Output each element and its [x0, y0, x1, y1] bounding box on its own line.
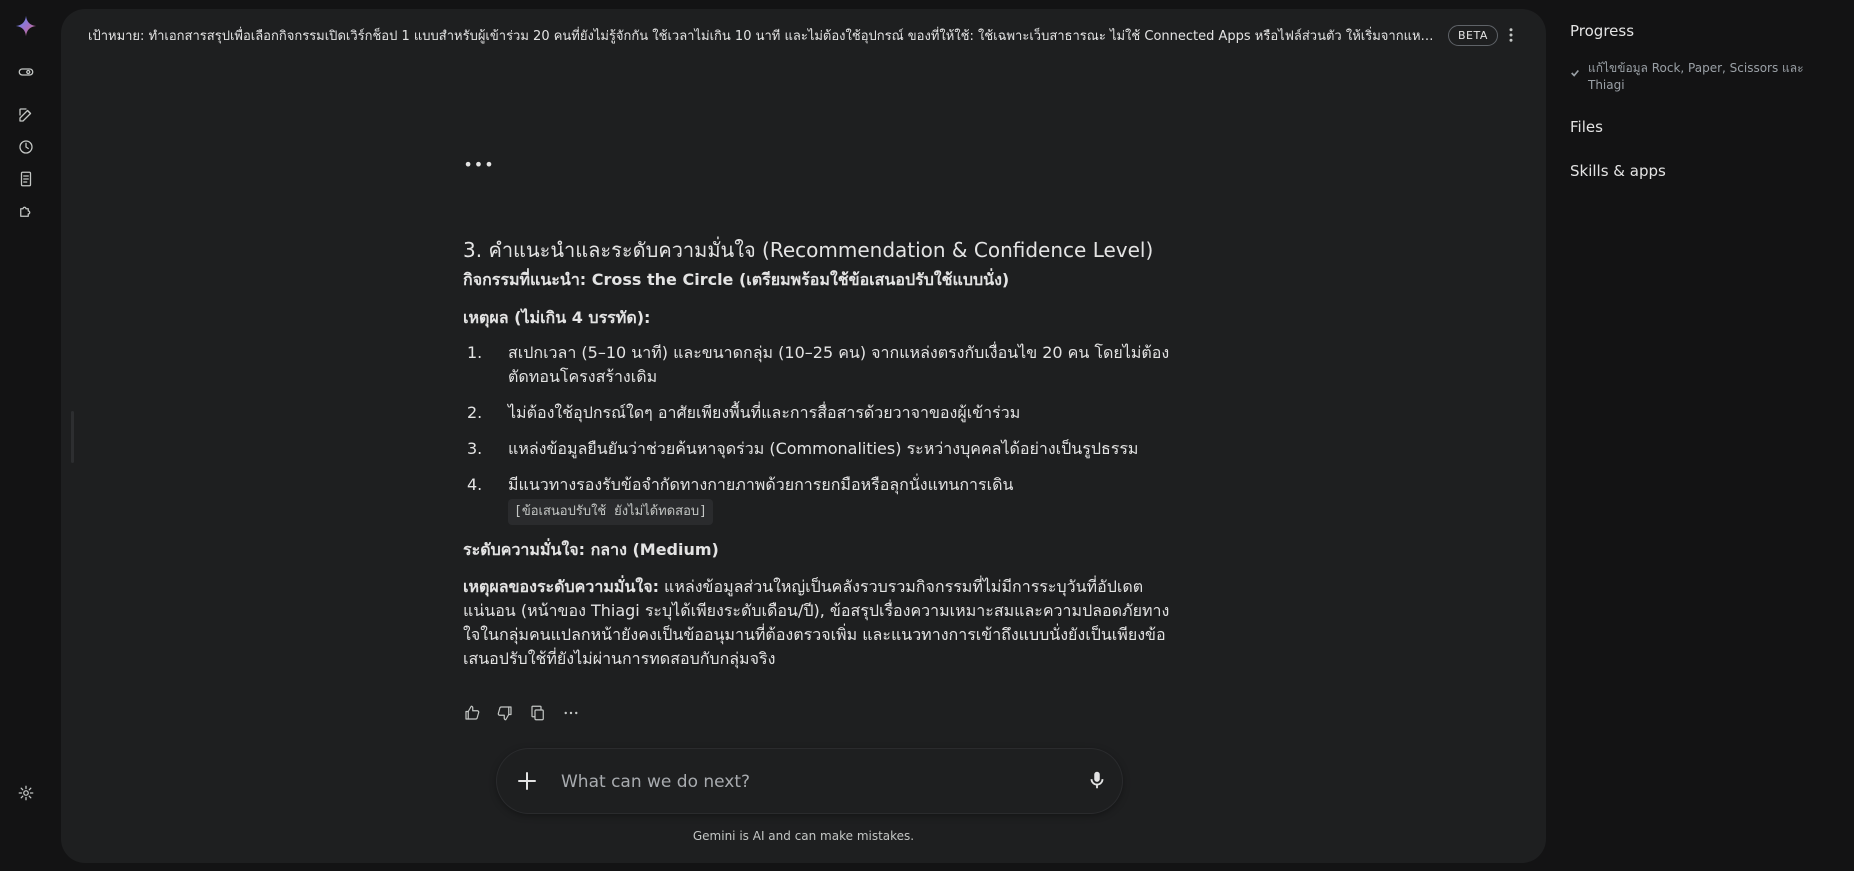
settings-icon[interactable]	[12, 779, 40, 807]
beta-badge: BETA	[1448, 24, 1498, 46]
list-item: 1. สเปกเวลา (5–10 นาที) และขนาดกลุ่ม (10…	[463, 341, 1183, 389]
files-title[interactable]: Files	[1570, 118, 1603, 136]
left-rail	[0, 0, 52, 871]
response-actions	[461, 702, 582, 724]
response-content: 3. คำแนะนำและระดับความมั่นใจ (Recommenda…	[463, 235, 1183, 671]
right-panel: Progress แก้ไขข้อมูล Rock, Paper, Scisso…	[1570, 0, 1854, 871]
goal-bar: เป้าหมาย: ทำเอกสารสรุปเพื่อเลือกกิจกรรมเ…	[61, 9, 1546, 61]
thumb-down-icon[interactable]	[494, 702, 516, 724]
scroll-handle[interactable]	[71, 411, 74, 463]
list-text: สเปกเวลา (5–10 นาที) และขนาดกลุ่ม (10–25…	[508, 343, 1170, 386]
confidence-reason-label: เหตุผลของระดับความมั่นใจ:	[463, 577, 659, 596]
list-number: 3.	[467, 439, 483, 458]
history-icon[interactable]	[12, 133, 40, 161]
list-text: แหล่งข้อมูลยืนยันว่าช่วยค้นหาจุดร่วม (Co…	[508, 439, 1139, 458]
puzzle-icon[interactable]	[12, 197, 40, 225]
gemini-logo-icon[interactable]	[12, 12, 40, 40]
main-panel: เป้าหมาย: ทำเอกสารสรุปเพื่อเลือกกิจกรรมเ…	[61, 9, 1546, 863]
confidence-level: ระดับความมั่นใจ: กลาง (Medium)	[463, 540, 719, 559]
recommended-activity: กิจกรรมที่แนะนำ: Cross the Circle (เตรีย…	[463, 270, 1010, 289]
list-text: ไม่ต้องใช้อุปกรณ์ใดๆ อาศัยเพียงพื้นที่แล…	[508, 403, 1021, 422]
microphone-icon[interactable]	[1086, 769, 1110, 793]
list-item: 3. แหล่งข้อมูลยืนยันว่าช่วยค้นหาจุดร่วม …	[463, 437, 1183, 461]
add-icon[interactable]	[515, 769, 539, 793]
more-vert-icon[interactable]	[1502, 26, 1520, 44]
progress-title[interactable]: Progress	[1570, 22, 1634, 40]
progress-item: แก้ไขข้อมูล Rock, Paper, Scissors และ Th…	[1570, 60, 1810, 94]
more-horiz-icon[interactable]: •••	[461, 153, 497, 175]
copy-icon[interactable]	[527, 702, 549, 724]
notebook-icon[interactable]	[12, 165, 40, 193]
thumb-up-icon[interactable]	[461, 702, 483, 724]
list-number: 4.	[467, 475, 483, 494]
prompt-composer	[497, 749, 1122, 813]
prompt-input[interactable]	[559, 767, 1033, 797]
progress-item-text: แก้ไขข้อมูล Rock, Paper, Scissors และ Th…	[1588, 61, 1804, 92]
skills-apps-title[interactable]: Skills & apps	[1570, 162, 1666, 180]
list-number: 2.	[467, 403, 483, 422]
section-heading: 3. คำแนะนำและระดับความมั่นใจ (Recommenda…	[463, 238, 1154, 262]
list-number: 1.	[467, 343, 483, 362]
goal-text[interactable]: เป้าหมาย: ทำเอกสารสรุปเพื่อเลือกกิจกรรมเ…	[88, 25, 1440, 46]
check-icon	[1570, 63, 1582, 94]
list-item: 2. ไม่ต้องใช้อุปกรณ์ใดๆ อาศัยเพียงพื้นที…	[463, 401, 1183, 425]
disclaimer: Gemini is AI and can make mistakes.	[692, 829, 915, 843]
list-text: มีแนวทางรองรับข้อจำกัดทางกายภาพด้วยการยก…	[508, 475, 1014, 494]
toggle-icon[interactable]	[12, 58, 40, 86]
reasons-list: 1. สเปกเวลา (5–10 นาที) และขนาดกลุ่ม (10…	[463, 341, 1183, 525]
list-item: 4. มีแนวทางรองรับข้อจำกัดทางกายภาพด้วยกา…	[463, 473, 1183, 525]
confidence-reason: เหตุผลของระดับความมั่นใจ: แหล่งข้อมูลส่ว…	[463, 575, 1183, 671]
reasons-title: เหตุผล (ไม่เกิน 4 บรรทัด):	[463, 308, 651, 327]
untested-note: [ข้อเสนอปรับใช้ ยังไม่ได้ทดสอบ]	[508, 499, 713, 525]
new-chat-icon[interactable]	[12, 101, 40, 129]
more-horiz-icon[interactable]	[560, 702, 582, 724]
